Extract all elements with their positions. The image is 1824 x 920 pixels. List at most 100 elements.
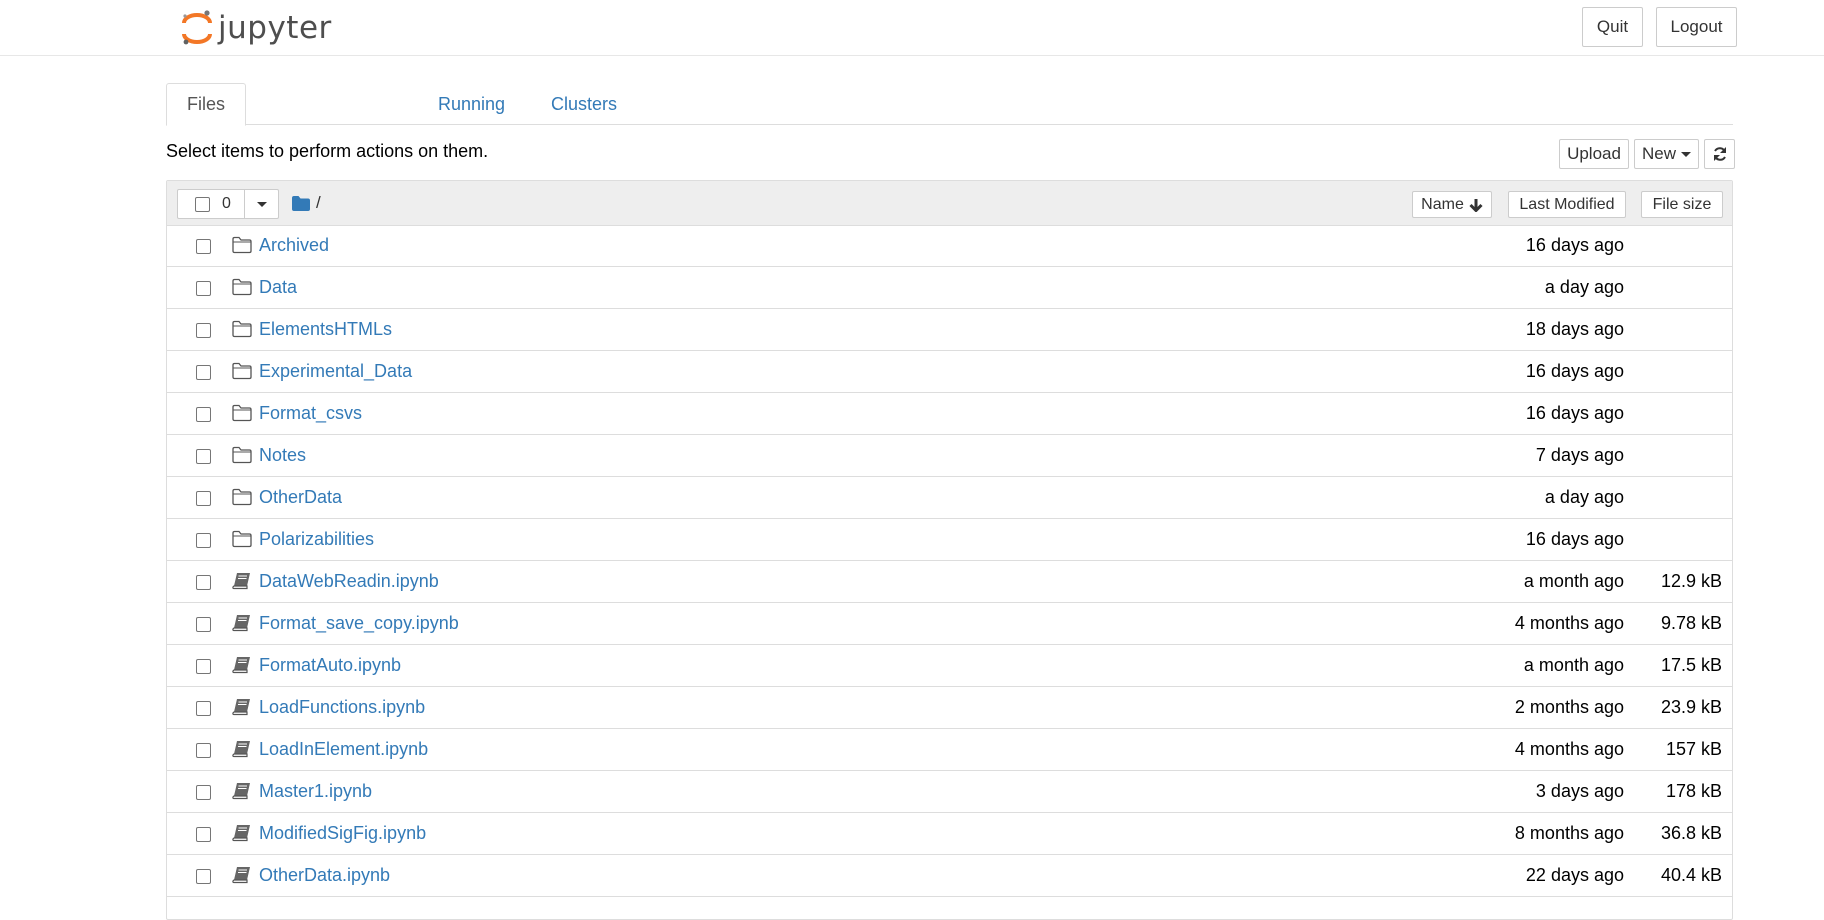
item-modified: 2 months ago: [1514, 697, 1624, 717]
list-item[interactable]: ElementsHTMLs 18 days ago: [167, 309, 1732, 351]
item-name-link[interactable]: ModifiedSigFig.ipynb: [259, 823, 426, 844]
row-checkbox[interactable]: [196, 701, 211, 716]
sort-name-button[interactable]: Name: [1412, 191, 1492, 218]
row-checkbox[interactable]: [196, 365, 211, 380]
item-modified: a month ago: [1523, 571, 1624, 591]
item-size: 23.9 kB: [1660, 697, 1722, 717]
refresh-icon: [1713, 147, 1726, 161]
item-size: 17.5 kB: [1660, 655, 1722, 675]
item-name-link[interactable]: Format_save_copy.ipynb: [259, 613, 459, 634]
item-size: 9.78 kB: [1660, 613, 1722, 633]
item-name-link[interactable]: OtherData: [259, 487, 342, 508]
top-header: jupyter Quit Logout: [0, 0, 1824, 56]
row-checkbox[interactable]: [196, 449, 211, 464]
list-item[interactable]: LoadInElement.ipynb 4 months ago 157 kB: [167, 729, 1732, 771]
folder-icon: [232, 320, 252, 338]
list-item[interactable]: Format_save_copy.ipynb 4 months ago 9.78 k…: [167, 603, 1732, 645]
list-item[interactable]: Experimental_Data 16 days ago: [167, 351, 1732, 393]
list-item[interactable]: Data a day ago: [167, 267, 1732, 309]
notebook-icon: [232, 614, 252, 632]
list-item[interactable]: Polarizabilities 16 days ago: [167, 519, 1732, 561]
list-item[interactable]: Archived 16 days ago: [167, 225, 1732, 267]
item-name-link[interactable]: DataWebReadin.ipynb: [259, 571, 439, 592]
row-checkbox[interactable]: [196, 239, 211, 254]
item-modified: 16 days ago: [1525, 529, 1624, 549]
select-dropdown-button[interactable]: [244, 190, 279, 218]
item-name-link[interactable]: ElementsHTMLs: [259, 319, 392, 340]
list-item[interactable]: OtherData.ipynb 22 days ago 40.4 kB: [167, 855, 1732, 897]
logo-text: jupyter: [218, 10, 332, 46]
logout-button[interactable]: Logout: [1656, 7, 1737, 47]
row-checkbox[interactable]: [196, 617, 211, 632]
new-button[interactable]: New: [1634, 139, 1699, 169]
notebook-icon: [232, 656, 252, 674]
row-checkbox[interactable]: [196, 407, 211, 422]
folder-icon: [232, 404, 252, 422]
list-item[interactable]: OtherData a day ago: [167, 477, 1732, 519]
folder-icon: [232, 488, 252, 506]
tab-running[interactable]: Running: [418, 83, 525, 125]
row-checkbox[interactable]: [196, 575, 211, 590]
instructions-text: Select items to perform actions on them.: [166, 141, 489, 161]
breadcrumb-root[interactable]: /: [316, 193, 321, 213]
list-item[interactable]: LoadFunctions.ipynb 2 months ago 23.9 kB: [167, 687, 1732, 729]
refresh-button[interactable]: [1704, 139, 1735, 169]
item-modified: 16 days ago: [1525, 235, 1624, 255]
item-name-link[interactable]: Format_csvs: [259, 403, 362, 424]
jupyter-logo[interactable]: jupyter: [180, 6, 332, 50]
folder-icon: [232, 446, 252, 464]
item-name-link[interactable]: FormatAuto.ipynb: [259, 655, 401, 676]
row-checkbox[interactable]: [196, 323, 211, 338]
upload-button[interactable]: Upload: [1559, 139, 1629, 169]
row-checkbox[interactable]: [196, 827, 211, 842]
item-name-link[interactable]: Data: [259, 277, 297, 298]
item-name-link[interactable]: Notes: [259, 445, 306, 466]
list-item[interactable]: ModifiedSigFig.ipynb 8 months ago 36.8 kB: [167, 813, 1732, 855]
item-name-link[interactable]: LoadFunctions.ipynb: [259, 697, 425, 718]
item-size: 178 kB: [1665, 781, 1722, 801]
tab-files[interactable]: Files: [166, 83, 247, 126]
tab-bar: Files Running Clusters: [166, 83, 1733, 126]
caret-down-icon: [1681, 151, 1691, 157]
item-modified: 22 days ago: [1525, 865, 1624, 885]
sort-name-label: Name: [1421, 195, 1464, 213]
row-checkbox[interactable]: [196, 785, 211, 800]
row-checkbox[interactable]: [196, 869, 211, 884]
item-name-link[interactable]: OtherData.ipynb: [259, 865, 390, 886]
item-name-link[interactable]: Experimental_Data: [259, 361, 412, 382]
item-size: 157 kB: [1665, 739, 1722, 759]
item-size: 12.9 kB: [1660, 571, 1722, 591]
arrow-down-icon: [1469, 198, 1483, 212]
list-item[interactable]: Master1.ipynb 3 days ago 178 kB: [167, 771, 1732, 813]
row-checkbox[interactable]: [196, 743, 211, 758]
jupyter-logo-icon: [182, 10, 212, 45]
item-modified: a day ago: [1544, 487, 1624, 507]
list-item[interactable]: Format_csvs 16 days ago: [167, 393, 1732, 435]
row-checkbox[interactable]: [196, 533, 211, 548]
item-size: 40.4 kB: [1660, 865, 1722, 885]
item-name-link[interactable]: LoadInElement.ipynb: [259, 739, 428, 760]
select-all-checkbox[interactable]: [195, 197, 210, 212]
tab-clusters[interactable]: Clusters: [531, 83, 637, 125]
folder-icon: [232, 278, 252, 296]
item-name-link[interactable]: Archived: [259, 235, 329, 256]
item-name-link[interactable]: Polarizabilities: [259, 529, 374, 550]
notebook-icon: [232, 740, 252, 758]
item-modified: 16 days ago: [1525, 361, 1624, 381]
sort-size-button[interactable]: File size: [1641, 191, 1723, 218]
row-checkbox[interactable]: [196, 491, 211, 506]
caret-down-icon: [257, 201, 267, 207]
row-checkbox[interactable]: [196, 281, 211, 296]
folder-icon: [232, 530, 252, 548]
item-modified: 4 months ago: [1514, 739, 1624, 759]
list-item[interactable]: DataWebReadin.ipynb a month ago 12.9 kB: [167, 561, 1732, 603]
quit-button[interactable]: Quit: [1582, 7, 1643, 47]
breadcrumb[interactable]: /: [292, 193, 321, 213]
file-list: 0 / Name Last Modified File size Archive…: [166, 180, 1733, 920]
list-item[interactable]: Notes 7 days ago: [167, 435, 1732, 477]
list-item[interactable]: FormatAuto.ipynb a month ago 17.5 kB: [167, 645, 1732, 687]
sort-modified-button[interactable]: Last Modified: [1508, 191, 1626, 218]
row-checkbox[interactable]: [196, 659, 211, 674]
new-button-label: New: [1641, 144, 1676, 163]
item-name-link[interactable]: Master1.ipynb: [259, 781, 372, 802]
